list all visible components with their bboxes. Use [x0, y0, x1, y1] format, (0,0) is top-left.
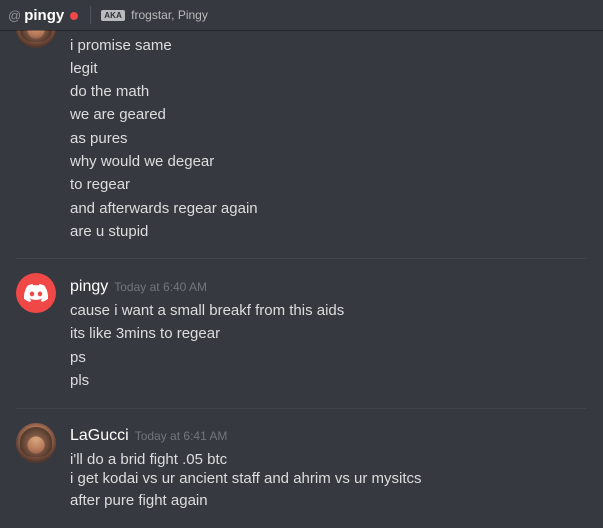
status-dnd-icon [70, 12, 79, 20]
aka-names: frogstar, Pingy [131, 8, 208, 22]
channel-name[interactable]: pingy [24, 7, 64, 24]
message-line: i'll do a brid fight .05 btc [70, 451, 228, 468]
message-line: its like 3mins to regear [70, 325, 221, 342]
message-line: we are geared [70, 106, 166, 123]
message-line: pls [70, 372, 90, 389]
message-line: are u stupid [70, 223, 149, 240]
message-line: legit [70, 60, 98, 77]
message-list[interactable]: i promise same legit do the math we are … [0, 30, 603, 528]
username[interactable]: pingy [70, 278, 108, 296]
discord-logo-icon [24, 284, 48, 302]
at-icon: @ [8, 7, 22, 23]
message-line: to regear [70, 176, 131, 193]
message-line: do the math [70, 83, 150, 100]
message-header: LaGucci Today at 6:41 AM [70, 427, 227, 447]
message-header: pingy Today at 6:40 AM [70, 278, 207, 298]
message-line: i get kodai vs ur ancient staff and ahri… [70, 470, 422, 487]
header-divider [90, 6, 92, 24]
username[interactable]: LaGucci [70, 427, 129, 445]
message-line: after pure fight again [70, 492, 208, 509]
timestamp: Today at 6:40 AM [114, 280, 207, 294]
avatar[interactable] [16, 30, 56, 48]
timestamp: Today at 6:41 AM [134, 429, 228, 443]
message-group-divider [16, 408, 586, 409]
message-line: ps [70, 349, 86, 366]
avatar[interactable] [16, 273, 56, 313]
dm-header: @ pingy AKA frogstar, Pingy [0, 0, 603, 30]
aka-badge: AKA [101, 9, 126, 21]
message-line: i promise same [70, 37, 172, 54]
message-group-divider [16, 258, 586, 259]
message-line: why would we degear [70, 153, 215, 170]
message-line: cause i want a small breakf from this ai… [70, 302, 345, 319]
avatar[interactable] [16, 423, 56, 463]
message-line: as pures [70, 130, 128, 147]
message-line: and afterwards regear again [70, 200, 258, 217]
